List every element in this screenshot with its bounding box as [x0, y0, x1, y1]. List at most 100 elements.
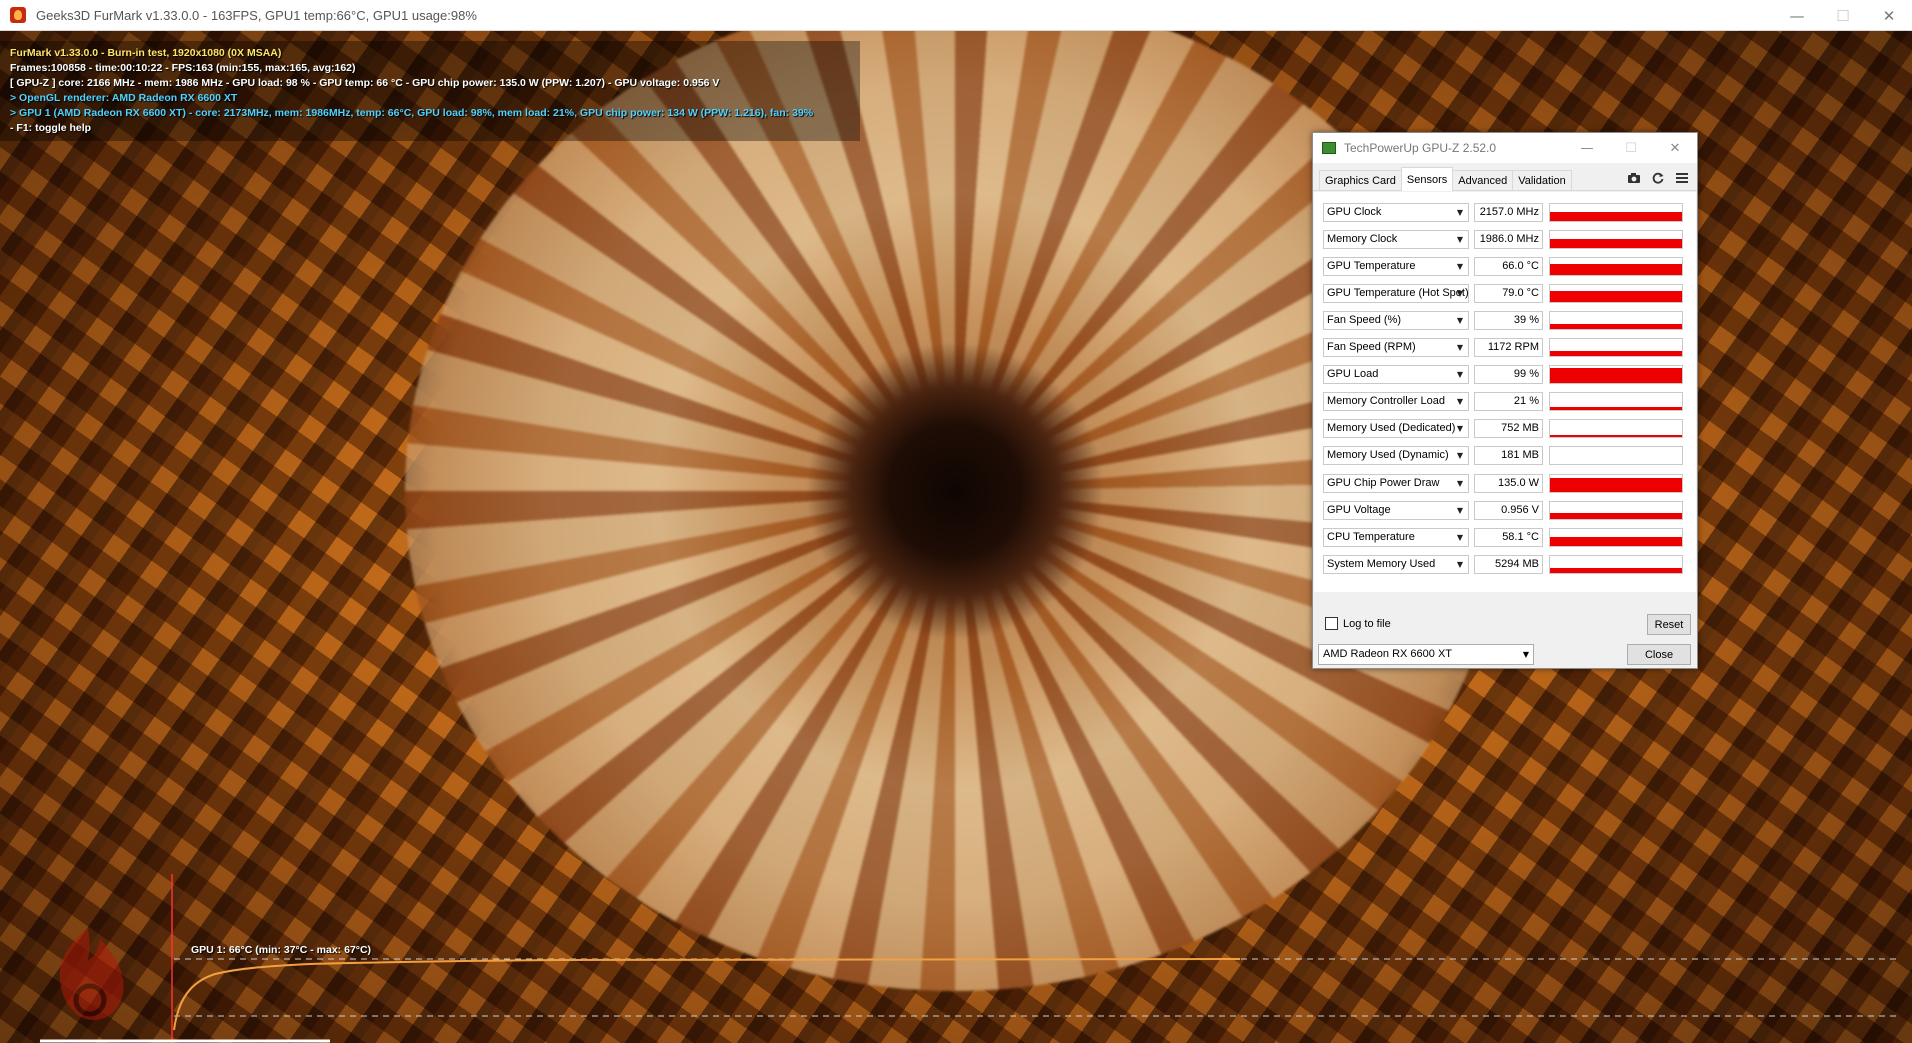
gpu1-temperature-line — [173, 958, 1241, 1031]
sensor-name-dropdown[interactable]: Memory Used (Dynamic) ▼ — [1323, 446, 1469, 466]
sensor-graph — [1549, 392, 1683, 412]
sensor-value: 1172 RPM — [1474, 338, 1543, 357]
sensor-value: 2157.0 MHz — [1474, 202, 1543, 222]
sensor-graph — [1549, 283, 1683, 303]
sensor-value: 66.0 °C — [1474, 256, 1543, 276]
sensor-row: Memory Used (Dynamic) ▼ 181 MB — [1323, 445, 1689, 467]
gpuz-close-dialog-button[interactable]: Close — [1627, 644, 1691, 665]
sensor-name-dropdown[interactable]: GPU Clock ▼ — [1323, 202, 1469, 222]
log-to-file-label: Log to file — [1343, 617, 1391, 630]
chevron-down-icon: ▼ — [1456, 424, 1464, 434]
chevron-down-icon: ▼ — [1456, 315, 1464, 325]
sensor-name-dropdown[interactable]: System Memory Used ▼ — [1323, 554, 1469, 574]
chevron-down-icon: ▼ — [1456, 370, 1464, 380]
log-to-file-row: Log to file — [1325, 617, 1391, 630]
sensor-name-dropdown[interactable]: Fan Speed (RPM) ▼ — [1323, 338, 1469, 357]
gpuz-maximize-button[interactable]: ☐ — [1609, 133, 1653, 163]
sensor-name: Memory Clock — [1327, 232, 1398, 245]
sensor-name: CPU Temperature — [1327, 530, 1415, 543]
chevron-down-icon: ▼ — [1456, 234, 1464, 244]
sensor-name-dropdown[interactable]: GPU Temperature (Hot Spot) ▼ — [1323, 283, 1469, 303]
menu-icon[interactable] — [1673, 169, 1691, 187]
sensor-row: GPU Voltage ▼ 0.956 V — [1323, 499, 1689, 521]
sensor-row: GPU Clock ▼ 2157.0 MHz — [1323, 201, 1689, 223]
sensor-row: Memory Used (Dedicated) ▼ 752 MB — [1323, 418, 1689, 440]
sensor-row: Memory Clock ▼ 1986.0 MHz — [1323, 228, 1689, 250]
osd-gpuz-line: [ GPU-Z ] core: 2166 MHz - mem: 1986 MHz… — [10, 77, 720, 89]
sensor-graph-bar — [1550, 407, 1682, 411]
chevron-down-icon: ▼ — [1456, 451, 1464, 461]
camera-icon[interactable] — [1625, 169, 1643, 187]
sensor-graph-bar — [1550, 368, 1682, 384]
sensor-graph — [1549, 365, 1683, 385]
sensor-name: GPU Temperature (Hot Spot) — [1327, 286, 1469, 299]
furmark-titlebar[interactable]: Geeks3D FurMark v1.33.0.0 - 163FPS, GPU1… — [0, 0, 1912, 31]
chevron-down-icon: ▼ — [1456, 532, 1464, 542]
tab-graphics-card[interactable]: Graphics Card — [1319, 170, 1402, 190]
sensor-value: 21 % — [1474, 392, 1543, 412]
sensor-name: Memory Used (Dedicated) — [1327, 422, 1456, 435]
sensor-value: 5294 MB — [1474, 554, 1543, 574]
sensor-graph — [1549, 202, 1683, 222]
sensor-name: Fan Speed (%) — [1327, 313, 1401, 326]
sensor-graph — [1549, 554, 1683, 574]
sensor-graph — [1549, 527, 1683, 547]
sensor-row: CPU Temperature ▼ 58.1 °C — [1323, 526, 1689, 548]
reset-button[interactable]: Reset — [1647, 614, 1691, 635]
sensor-name: GPU Load — [1327, 368, 1379, 381]
sensor-panel: GPU Clock ▼ 2157.0 MHz Memory Clock ▼ 1986.0 … — [1314, 192, 1696, 592]
sensor-name-dropdown[interactable]: GPU Load ▼ — [1323, 365, 1469, 385]
sensor-graph — [1549, 473, 1683, 493]
graph-label: GPU 1: 66°C (min: 37°C - max: 67°C) — [191, 944, 372, 956]
sensor-graph-bar — [1550, 290, 1682, 302]
sensor-name-dropdown[interactable]: Memory Controller Load ▼ — [1323, 392, 1469, 412]
sensor-graph-bar — [1550, 238, 1682, 248]
sensor-graph-bar — [1550, 211, 1682, 221]
chevron-down-icon: ▼ — [1456, 559, 1464, 569]
sensor-value: 1986.0 MHz — [1474, 229, 1543, 249]
sensor-value: 99 % — [1474, 365, 1543, 385]
sensor-name: GPU Temperature — [1327, 259, 1416, 272]
sensor-row: GPU Temperature ▼ 66.0 °C — [1323, 255, 1689, 277]
gpuz-titlebar[interactable]: TechPowerUp GPU-Z 2.52.0 — ☐ ✕ — [1313, 133, 1697, 163]
refresh-icon[interactable] — [1649, 169, 1667, 187]
sensor-value: 181 MB — [1474, 446, 1543, 466]
sensor-row: GPU Chip Power Draw ▼ 135.0 W — [1323, 472, 1689, 494]
osd-overlay: FurMark v1.33.0.0 - Burn-in test, 1920x1… — [10, 46, 813, 136]
sensor-name: GPU Voltage — [1327, 503, 1391, 516]
chevron-down-icon: ▼ — [1456, 288, 1464, 298]
gpuz-window: TechPowerUp GPU-Z 2.52.0 — ☐ ✕ Graphics … — [1312, 132, 1698, 669]
maximize-button[interactable]: ☐ — [1820, 0, 1866, 31]
sensor-name-dropdown[interactable]: Memory Used (Dedicated) ▼ — [1323, 419, 1469, 439]
sensor-name: Memory Used (Dynamic) — [1327, 449, 1449, 462]
sensor-graph-bar — [1550, 435, 1682, 438]
sensor-name-dropdown[interactable]: Fan Speed (%) ▼ — [1323, 310, 1469, 330]
close-button[interactable]: ✕ — [1866, 0, 1912, 31]
gpuz-close-button[interactable]: ✕ — [1653, 133, 1697, 163]
tab-validation[interactable]: Validation — [1512, 170, 1572, 190]
minimize-button[interactable]: — — [1774, 0, 1820, 31]
sensor-graph-bar — [1550, 351, 1682, 356]
gpuz-minimize-button[interactable]: — — [1565, 133, 1609, 163]
sensor-name-dropdown[interactable]: GPU Temperature ▼ — [1323, 256, 1469, 276]
chevron-down-icon: ▼ — [1456, 207, 1464, 217]
sensor-graph — [1549, 500, 1683, 520]
osd-help-line: - F1: toggle help — [10, 122, 92, 134]
furmark-window-controls: — ☐ ✕ — [1774, 0, 1912, 31]
tab-sensors[interactable]: Sensors — [1400, 167, 1454, 191]
sensor-name-dropdown[interactable]: CPU Temperature ▼ — [1323, 527, 1469, 547]
chevron-down-icon: ▼ — [1456, 343, 1464, 352]
sensor-graph — [1549, 419, 1683, 439]
gpu-select-dropdown[interactable]: AMD Radeon RX 6600 XT ▼ — [1318, 644, 1534, 665]
temperature-graph — [40, 874, 1900, 1043]
sensor-graph — [1549, 229, 1683, 249]
sensor-value: 752 MB — [1474, 419, 1543, 439]
sensor-graph-bar — [1550, 323, 1682, 329]
sensor-name-dropdown[interactable]: GPU Voltage ▼ — [1323, 500, 1469, 520]
sensor-value: 58.1 °C — [1474, 527, 1543, 547]
log-to-file-checkbox[interactable] — [1325, 617, 1338, 630]
gpuz-toolbar — [1625, 169, 1691, 187]
sensor-name-dropdown[interactable]: Memory Clock ▼ — [1323, 229, 1469, 249]
sensor-name-dropdown[interactable]: GPU Chip Power Draw ▼ — [1323, 473, 1469, 493]
tab-advanced[interactable]: Advanced — [1452, 170, 1514, 190]
